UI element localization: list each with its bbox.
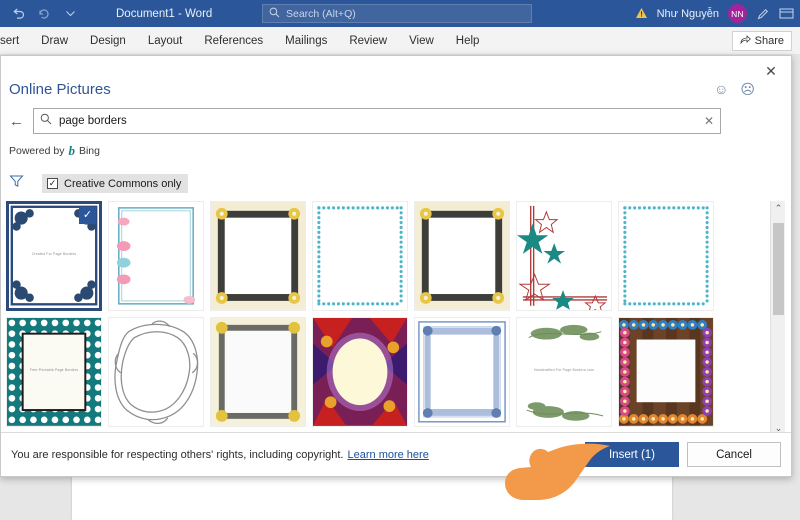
checkbox-check-icon: ✓ — [47, 178, 58, 189]
clear-search-icon[interactable]: ✕ — [704, 115, 714, 127]
search-icon — [40, 112, 52, 130]
tab-design[interactable]: Design — [79, 27, 137, 55]
customize-quick-access-icon[interactable] — [58, 3, 82, 25]
pointing-hand-annotation — [498, 440, 614, 512]
result-thumbnail[interactable] — [414, 201, 510, 311]
back-arrow-icon[interactable]: ← — [9, 114, 33, 129]
result-thumbnail[interactable]: Created For Page Borders ✓ — [6, 201, 102, 311]
selected-check-icon: ✓ — [79, 207, 96, 224]
result-thumbnail[interactable] — [618, 317, 714, 427]
search-query-value[interactable]: page borders — [59, 115, 697, 127]
ribbon-display-options-icon[interactable] — [779, 7, 794, 20]
document-title: Document1 - Word — [116, 7, 213, 20]
search-placeholder: Search (Alt+Q) — [286, 7, 356, 20]
feedback-icons: ☺ ☹ — [714, 82, 755, 96]
results-scrollbar[interactable]: ⌃ ⌄ — [770, 201, 785, 436]
filter-row: ✓ Creative Commons only — [9, 174, 189, 193]
redo-icon[interactable] — [32, 3, 56, 25]
avatar[interactable]: NN — [728, 4, 747, 23]
result-thumbnail[interactable] — [108, 201, 204, 311]
creative-commons-only-checkbox[interactable]: ✓ Creative Commons only — [42, 174, 189, 193]
search-input[interactable]: Search (Alt+Q) — [262, 4, 532, 23]
footer-buttons: Insert (1) Cancel — [585, 442, 781, 467]
results-grid-viewport[interactable]: Created For Page Borders ✓ Free Printabl… — [6, 201, 778, 436]
dialog-footer: You are responsible for respecting other… — [1, 432, 791, 476]
page-title: Online Pictures — [9, 81, 111, 98]
tab-mailings[interactable]: Mailings — [274, 27, 338, 55]
share-button[interactable]: Share — [731, 31, 792, 51]
scrollbar-thumb[interactable] — [773, 223, 784, 315]
result-thumbnail[interactable] — [210, 201, 306, 311]
share-icon — [740, 34, 751, 48]
thumbnail-caption: Handcrafted For Page Borders.com — [534, 367, 594, 372]
thumbnail-caption: Free Printable Page Borders — [29, 367, 79, 372]
results-grid: Created For Page Borders ✓ Free Printabl… — [6, 201, 766, 436]
tab-references[interactable]: References — [193, 27, 274, 55]
undo-icon[interactable] — [6, 3, 30, 25]
user-name[interactable]: Như Nguyễn — [657, 8, 719, 20]
tab-review[interactable]: Review — [338, 27, 398, 55]
titlebar-right-cluster: Như Nguyễn NN — [635, 0, 794, 27]
scroll-up-icon[interactable]: ⌃ — [771, 201, 786, 216]
ribbon-tab-bar: sert Draw Design Layout References Maili… — [0, 27, 800, 55]
title-bar: Document1 - Word Search (Alt+Q) Như Nguy… — [0, 0, 800, 27]
search-icon — [269, 5, 280, 23]
warning-icon[interactable] — [635, 7, 648, 21]
frown-feedback-icon[interactable]: ☹ — [740, 82, 755, 96]
creative-commons-only-label: Creative Commons only — [64, 177, 182, 190]
result-thumbnail[interactable]: Free Printable Page Borders — [6, 317, 102, 427]
tab-layout[interactable]: Layout — [137, 27, 194, 55]
result-thumbnail[interactable] — [414, 317, 510, 427]
bing-search-input[interactable]: page borders ✕ — [33, 108, 721, 134]
filter-icon[interactable] — [9, 174, 24, 193]
bing-logo-icon: b — [68, 143, 75, 158]
result-thumbnail[interactable]: Handcrafted For Page Borders.com — [516, 317, 612, 427]
close-icon[interactable]: ✕ — [761, 61, 781, 81]
search-row: ← page borders ✕ — [9, 108, 721, 134]
tab-help[interactable]: Help — [445, 27, 491, 55]
bing-label: Bing — [78, 144, 100, 157]
thumbnail-caption: Created For Page Borders — [31, 251, 77, 256]
result-thumbnail[interactable] — [312, 201, 408, 311]
result-thumbnail[interactable] — [516, 201, 612, 311]
cancel-button[interactable]: Cancel — [687, 442, 781, 467]
result-thumbnail[interactable] — [618, 201, 714, 311]
word-window: Document1 - Word Search (Alt+Q) Như Nguy… — [0, 0, 800, 520]
quick-access-toolbar — [0, 3, 82, 25]
powered-by-bing: Powered by b Bing — [9, 144, 100, 157]
online-pictures-dialog: ✕ Online Pictures ☺ ☹ ← page borders ✕ P… — [0, 55, 792, 477]
copyright-notice: You are responsible for respecting other… — [11, 448, 344, 461]
tab-draw[interactable]: Draw — [30, 27, 79, 55]
pen-icon[interactable] — [756, 7, 770, 21]
learn-more-link[interactable]: Learn more here — [348, 449, 429, 461]
powered-by-label: Powered by — [9, 144, 65, 157]
result-thumbnail[interactable] — [108, 317, 204, 427]
tab-insert[interactable]: sert — [0, 27, 30, 55]
result-thumbnail[interactable] — [210, 317, 306, 427]
smile-feedback-icon[interactable]: ☺ — [714, 82, 728, 96]
result-thumbnail[interactable] — [312, 317, 408, 427]
tab-view[interactable]: View — [398, 27, 445, 55]
share-label: Share — [754, 35, 784, 47]
